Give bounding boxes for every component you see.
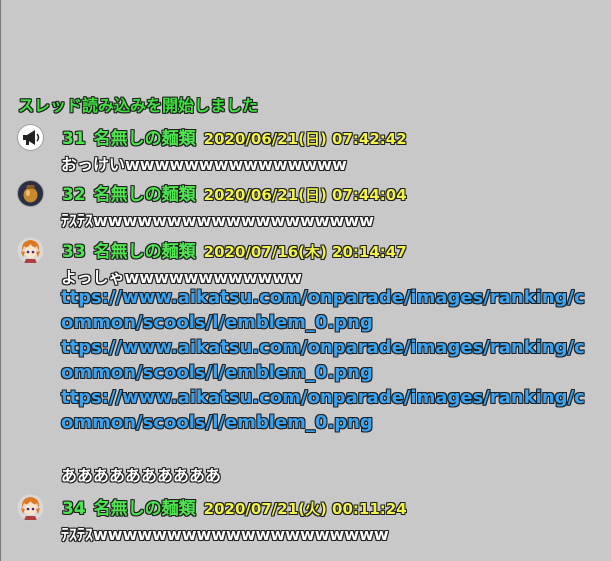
post-author: 名無しの麺類 [93, 242, 196, 262]
post-author: 名無しの麺類 [93, 129, 196, 149]
post-link[interactable]: ttps://www.aikatsu.com/onparade/images/r… [61, 387, 585, 408]
post-date: 2020/07/21(火) 00:11:24 [203, 500, 407, 518]
post-link[interactable]: ommon/scools/l/emblem_0.png [61, 312, 373, 333]
thread-log: スレッド読み込みを開始しました 31 名無しの麺類 2020/06/21(日) 07… [0, 0, 611, 561]
post-header: 34 名無しの麺類 2020/07/21(火) 00:11:24 [62, 494, 407, 519]
post-date: 2020/06/21(日) 07:42:42 [203, 130, 407, 148]
post-text: よっしゃwwwwwwwwwwww [61, 268, 302, 287]
post-header: 32 名無しの麺類 2020/06/21(日) 07:44:04 [62, 180, 407, 205]
megaphone-icon[interactable] [17, 124, 44, 151]
character-icon[interactable] [17, 494, 44, 521]
character-icon[interactable] [17, 237, 44, 264]
post-number[interactable]: 31 [62, 129, 86, 149]
post-text: おっけいwwwwwwwwwwwwwww [61, 155, 347, 174]
post-link[interactable]: ommon/scools/l/emblem_0.png [61, 362, 373, 383]
post-date: 2020/07/16(木) 20:14:47 [203, 243, 407, 261]
post-text: ﾃｽﾃｽwwwwwwwwwwwwwwwwwwww [61, 525, 389, 544]
post-link[interactable]: ttps://www.aikatsu.com/onparade/images/r… [61, 337, 585, 358]
jar-icon[interactable] [17, 180, 44, 207]
post-author: 名無しの麺類 [93, 185, 196, 205]
post-header: 31 名無しの麺類 2020/06/21(日) 07:42:42 [62, 124, 407, 149]
post-author: 名無しの麺類 [93, 499, 196, 519]
post-text: ああああああああああ [61, 466, 222, 485]
post-number[interactable]: 33 [62, 242, 86, 262]
post-date: 2020/06/21(日) 07:44:04 [203, 186, 407, 204]
post-number[interactable]: 32 [62, 185, 86, 205]
post-link[interactable]: ommon/scools/l/emblem_0.png [61, 412, 373, 433]
post-header: 33 名無しの麺類 2020/07/16(木) 20:14:47 [62, 237, 407, 262]
post-number[interactable]: 34 [62, 499, 86, 519]
status-message: スレッド読み込みを開始しました [18, 96, 259, 115]
post-link[interactable]: ttps://www.aikatsu.com/onparade/images/r… [61, 287, 585, 308]
post-text: ﾃｽﾃｽwwwwwwwwwwwwwwwwwww [61, 211, 374, 230]
